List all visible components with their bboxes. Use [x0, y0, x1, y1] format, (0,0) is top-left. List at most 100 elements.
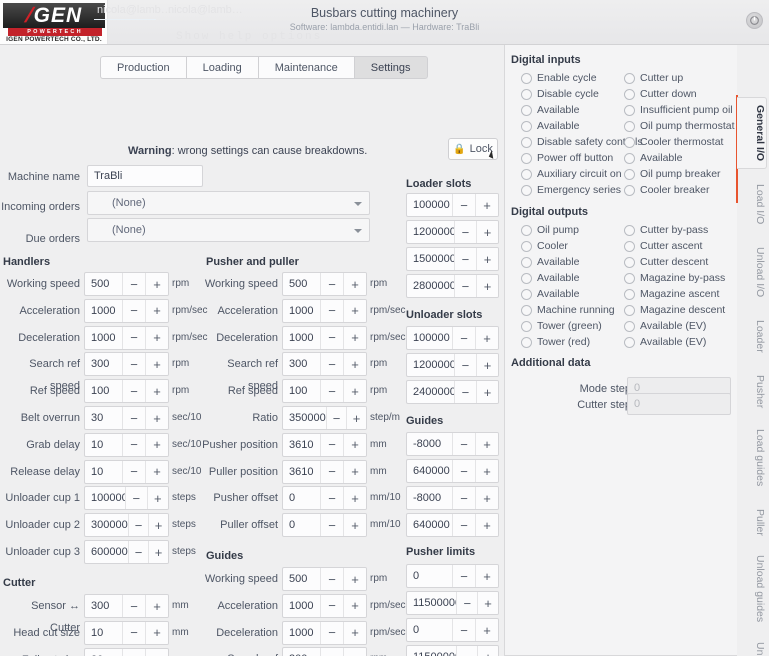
guide-limit-4-value[interactable]: 640000: [407, 514, 452, 536]
unloader-slot-2-decrement[interactable]: −: [453, 354, 476, 376]
guides-mid-search-ref-speed-increment[interactable]: +: [343, 648, 366, 656]
pusher-puller-pusher-offset-value[interactable]: 0: [283, 487, 320, 509]
output-magazine-descent-6[interactable]: Magazine descent: [624, 304, 725, 316]
pusher-puller-search-ref-speed[interactable]: 300− +: [282, 352, 367, 377]
handlers-belt-overrun[interactable]: 30− +: [84, 406, 169, 430]
input-oil-pump-thermostat-4[interactable]: Oil pump thermostat: [624, 120, 735, 132]
pusher-puller-puller-offset-decrement[interactable]: −: [320, 514, 343, 537]
pusher-puller-puller-offset-value[interactable]: 0: [283, 514, 320, 536]
pusher-limit-1[interactable]: 0− +: [406, 564, 499, 588]
guide-limit-2-decrement[interactable]: −: [452, 460, 475, 482]
guides-mid-deceleration-increment[interactable]: +: [343, 621, 366, 644]
output-available-4[interactable]: Available: [521, 272, 579, 284]
output-tower-green-7[interactable]: Tower (green): [521, 320, 602, 332]
input-auxiliary-circuit-on-7[interactable]: Auxiliary circuit on: [521, 168, 622, 180]
handlers-deceleration-decrement[interactable]: −: [122, 326, 145, 349]
handlers-acceleration-increment[interactable]: +: [145, 299, 168, 322]
guides-mid-acceleration-increment[interactable]: +: [343, 594, 366, 617]
output-available-3[interactable]: Available: [521, 256, 579, 268]
handlers-ref-speed-value[interactable]: 100: [85, 380, 122, 402]
due-orders-select[interactable]: (None): [87, 218, 370, 242]
handlers-release-delay-decrement[interactable]: −: [122, 460, 145, 483]
guides-mid-acceleration[interactable]: 1000− +: [282, 593, 367, 618]
cutter-full-cut-size-increment[interactable]: +: [145, 648, 168, 656]
input-power-off-button-6[interactable]: Power off button: [521, 152, 613, 164]
pusher-puller-ref-speed-decrement[interactable]: −: [320, 380, 343, 403]
handlers-working-speed-value[interactable]: 500: [85, 273, 122, 295]
pusher-puller-puller-position-increment[interactable]: +: [343, 460, 366, 483]
vtab-puller[interactable]: Puller: [738, 499, 766, 545]
handlers-grab-delay[interactable]: 10− +: [84, 432, 169, 457]
puller-limit-1-decrement[interactable]: −: [452, 619, 475, 641]
pusher-limit-1-decrement[interactable]: −: [452, 565, 475, 587]
input-disable-cycle-2[interactable]: Disable cycle: [521, 88, 599, 100]
input-cooler-breaker-8[interactable]: Cooler breaker: [624, 184, 709, 196]
vtab-unloader[interactable]: Unloader: [738, 633, 766, 656]
tab-maintenance[interactable]: Maintenance: [257, 56, 354, 79]
loader-slot-2-decrement[interactable]: −: [453, 221, 476, 243]
cutter-sensor-cutter-increment[interactable]: +: [145, 595, 168, 617]
output-available-ev-7[interactable]: Available (EV): [624, 320, 706, 332]
loader-slot-1-decrement[interactable]: −: [452, 194, 475, 216]
handlers-grab-delay-value[interactable]: 10: [85, 434, 122, 456]
guides-mid-search-ref-speed-value[interactable]: 300: [283, 648, 320, 656]
pusher-puller-ratio[interactable]: 3500000−+: [282, 406, 367, 430]
unloader-slot-2-increment[interactable]: +: [475, 354, 498, 376]
pusher-puller-pusher-position-increment[interactable]: +: [343, 433, 366, 456]
handlers-belt-overrun-value[interactable]: 30: [85, 407, 122, 429]
handlers-grab-delay-increment[interactable]: +: [145, 433, 168, 456]
pusher-puller-ratio-increment[interactable]: +: [346, 407, 366, 429]
handlers-acceleration-decrement[interactable]: −: [122, 299, 145, 322]
handlers-deceleration[interactable]: 1000− +: [84, 325, 169, 350]
handlers-unloader-cup-1-increment[interactable]: +: [146, 487, 168, 510]
input-available-4[interactable]: Available: [521, 120, 579, 132]
handlers-search-ref-speed-value[interactable]: 300: [85, 353, 122, 375]
unloader-slot-1-value[interactable]: 100000: [407, 327, 452, 349]
handlers-release-delay-increment[interactable]: +: [145, 460, 168, 483]
guide-limit-2[interactable]: 640000− +: [406, 459, 499, 483]
loader-slot-1[interactable]: 100000− +: [406, 193, 499, 217]
cutter-sensor-cutter-value[interactable]: 300: [85, 595, 122, 617]
output-available-ev-8[interactable]: Available (EV): [624, 336, 706, 348]
pusher-puller-puller-position-decrement[interactable]: −: [320, 460, 343, 483]
pusher-limit-1-value[interactable]: 0: [407, 565, 452, 587]
loader-slot-2-value[interactable]: 1200000: [407, 221, 454, 243]
vtab-pusher[interactable]: Pusher: [738, 367, 766, 417]
vtab-general-i-o[interactable]: General I/O: [737, 97, 767, 169]
cutter-head-cut-size-value[interactable]: 10: [85, 622, 122, 644]
loader-slot-4[interactable]: 2800000− +: [406, 274, 499, 298]
puller-limit-1-increment[interactable]: +: [475, 619, 498, 641]
puller-limit-2-value[interactable]: 11500000: [407, 646, 456, 656]
output-cutter-by-pass-1[interactable]: Cutter by-pass: [624, 224, 708, 236]
cutter-full-cut-size[interactable]: 30−+: [84, 647, 169, 656]
guide-limit-2-value[interactable]: 640000: [407, 460, 452, 482]
pusher-puller-pusher-position-value[interactable]: 3610: [283, 434, 320, 456]
loader-slot-2-increment[interactable]: +: [475, 221, 498, 243]
handlers-ref-speed-decrement[interactable]: −: [122, 380, 145, 403]
cutter-sensor-cutter[interactable]: 300− +: [84, 594, 169, 618]
handlers-unloader-cup-2-value[interactable]: 3000000: [85, 514, 128, 536]
vtab-load-guides[interactable]: Load guides: [738, 423, 766, 493]
loader-slot-1-increment[interactable]: +: [475, 194, 498, 216]
handlers-unloader-cup-3-value[interactable]: 6000000: [85, 541, 128, 563]
machine-name-input[interactable]: TraBli: [87, 165, 203, 187]
unloader-slot-2-value[interactable]: 1200000: [407, 354, 454, 376]
tab-settings[interactable]: Settings: [353, 56, 428, 79]
loader-slot-3[interactable]: 1500000− +: [406, 247, 499, 271]
loader-slot-4-decrement[interactable]: −: [453, 275, 476, 297]
vtab-unload-guides[interactable]: Unload guides: [738, 551, 766, 627]
vtab-unload-i-o[interactable]: Unload I/O: [738, 239, 766, 305]
guide-limit-4-decrement[interactable]: −: [452, 514, 475, 536]
input-available-6[interactable]: Available: [624, 152, 682, 164]
unloader-slot-3-increment[interactable]: +: [475, 381, 498, 403]
loader-slot-2[interactable]: 1200000− +: [406, 220, 499, 244]
puller-limit-2-increment[interactable]: +: [477, 646, 498, 656]
unloader-slot-1-increment[interactable]: +: [475, 327, 498, 349]
cutter-full-cut-size-value[interactable]: 30: [85, 649, 122, 656]
output-magazine-by-pass-4[interactable]: Magazine by-pass: [624, 272, 725, 284]
guide-limit-3[interactable]: -8000− +: [406, 486, 499, 510]
pusher-puller-ref-speed-increment[interactable]: +: [343, 380, 366, 403]
output-magazine-ascent-5[interactable]: Magazine ascent: [624, 288, 719, 300]
guide-limit-1[interactable]: -8000− +: [406, 432, 499, 456]
pusher-puller-puller-position-value[interactable]: 3610: [283, 461, 320, 483]
